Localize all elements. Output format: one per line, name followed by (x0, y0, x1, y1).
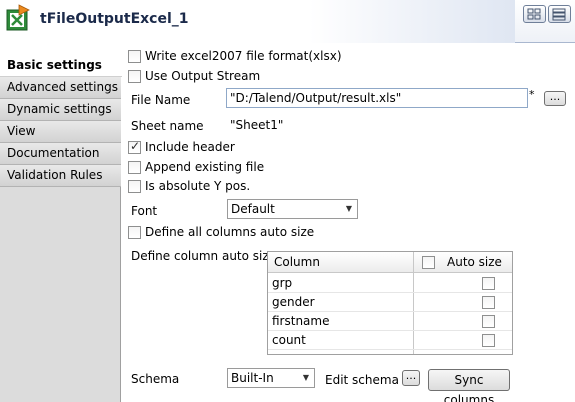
column-cell: firstname (272, 314, 330, 328)
edit-schema-button[interactable]: ... (402, 370, 420, 386)
chevron-down-icon: ▼ (345, 204, 353, 213)
column-cell: grp (272, 276, 293, 290)
table-header: Column Auto size (268, 252, 512, 273)
tab-dynamic-settings[interactable]: Dynamic settings (0, 99, 121, 121)
table-row: firstname (268, 312, 512, 331)
use-output-stream-checkbox[interactable] (128, 70, 141, 83)
absolute-y-checkbox[interactable] (128, 180, 141, 193)
list-layout-icon (552, 8, 566, 21)
append-existing-file-label: Append existing file (145, 160, 265, 174)
column-cell: count (272, 333, 306, 347)
file-name-modified-marker: * (529, 88, 535, 101)
tab-documentation[interactable]: Documentation (0, 143, 121, 165)
font-select-value: Default (231, 202, 275, 216)
table-row: count (268, 331, 512, 350)
settings-sidebar: Basic settings Advanced settings Dynamic… (0, 55, 122, 402)
define-column-auto-size-label: Define column auto size (131, 249, 277, 263)
font-select[interactable]: Default ▼ (227, 199, 358, 219)
file-browse-button[interactable]: ... (544, 91, 566, 106)
include-header-checkbox[interactable] (128, 139, 141, 154)
layout-list-button[interactable] (548, 5, 571, 23)
table-row: gender (268, 293, 512, 312)
define-all-auto-size-label: Define all columns auto size (145, 225, 315, 239)
grid-layout-icon (527, 8, 541, 20)
auto-size-checkbox[interactable] (482, 334, 495, 347)
schema-select[interactable]: Built-In ▼ (227, 368, 315, 388)
chevron-down-icon: ▼ (302, 373, 310, 382)
auto-size-checkbox[interactable] (482, 315, 495, 328)
column-header: Column (274, 255, 320, 269)
tab-view[interactable]: View (0, 121, 121, 143)
font-label: Font (131, 204, 158, 218)
sheet-name-label: Sheet name (131, 119, 204, 133)
file-name-label: File Name (131, 93, 191, 107)
write-excel2007-checkbox[interactable] (128, 50, 141, 63)
schema-label: Schema (131, 372, 180, 386)
auto-size-checkbox[interactable] (482, 296, 495, 309)
sync-columns-button[interactable]: Sync columns (428, 369, 510, 402)
sheet-name-input[interactable]: "Sheet1" (226, 115, 566, 135)
auto-size-header: Auto size (447, 255, 502, 269)
define-all-auto-size-checkbox[interactable] (128, 226, 141, 239)
tab-validation-rules[interactable]: Validation Rules (0, 165, 121, 187)
excel-output-component-icon (6, 4, 30, 31)
file-name-input[interactable]: "D:/Talend/Output/result.xls" (226, 88, 528, 108)
auto-size-header-checkbox[interactable] (422, 256, 435, 269)
column-cell: gender (272, 295, 315, 309)
column-auto-size-table: Column Auto size grp gender firstname co… (267, 251, 513, 355)
absolute-y-label: Is absolute Y pos. (145, 179, 251, 193)
tab-basic-settings[interactable]: Basic settings (0, 55, 122, 77)
component-title: tFileOutputExcel_1 (40, 11, 189, 27)
component-header: tFileOutputExcel_1 (0, 0, 575, 43)
layout-grid-button[interactable] (523, 5, 546, 23)
include-header-label: Include header (145, 140, 235, 154)
edit-schema-label: Edit schema (325, 373, 399, 387)
auto-size-checkbox[interactable] (482, 277, 495, 290)
append-existing-file-checkbox[interactable] (128, 161, 141, 174)
tab-advanced-settings[interactable]: Advanced settings (0, 77, 121, 99)
use-output-stream-label: Use Output Stream (145, 69, 261, 83)
schema-select-value: Built-In (231, 371, 274, 385)
write-excel2007-label: Write excel2007 file format(xlsx) (145, 49, 342, 63)
table-row: grp (268, 274, 512, 293)
